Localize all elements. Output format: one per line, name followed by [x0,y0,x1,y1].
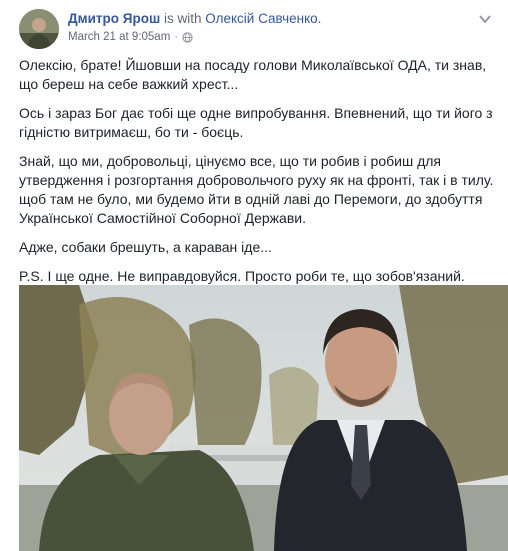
meta-separator: · [174,31,179,43]
globe-icon[interactable] [182,31,193,43]
post-text: Олексію, брате! Йшовши на посаду голови … [19,56,505,296]
author-name[interactable]: Дмитро Ярош [68,11,160,26]
author-line: Дмитро Ярош is with Олексій Савченко. [68,11,321,26]
tagged-person[interactable]: Олексій Савченко. [205,11,321,26]
author-avatar[interactable] [19,9,59,49]
post-paragraph: Адже, собаки брешуть, а караван іде... [19,239,272,255]
chevron-down-icon[interactable] [478,12,492,26]
post-timestamp[interactable]: March 21 at 9:05am [68,31,170,43]
avatar-image [19,9,59,49]
with-text: is with [163,11,202,26]
photo-image [19,285,508,551]
post-photo[interactable] [19,285,508,551]
post-meta: March 21 at 9:05am · [68,31,193,43]
post-paragraph: Знай, що ми, добровольці, цінуємо все, щ… [19,153,494,226]
post-header: Дмитро Ярош is with Олексій Савченко. Ma… [0,0,508,52]
post-paragraph: Олексію, брате! Йшовши на посаду голови … [19,57,487,92]
post-paragraph: P.S. І ще одне. Не виправдовуйся. Просто… [19,268,465,284]
post-paragraph: Ось і зараз Бог дає тобі ще одне випробу… [19,105,493,140]
